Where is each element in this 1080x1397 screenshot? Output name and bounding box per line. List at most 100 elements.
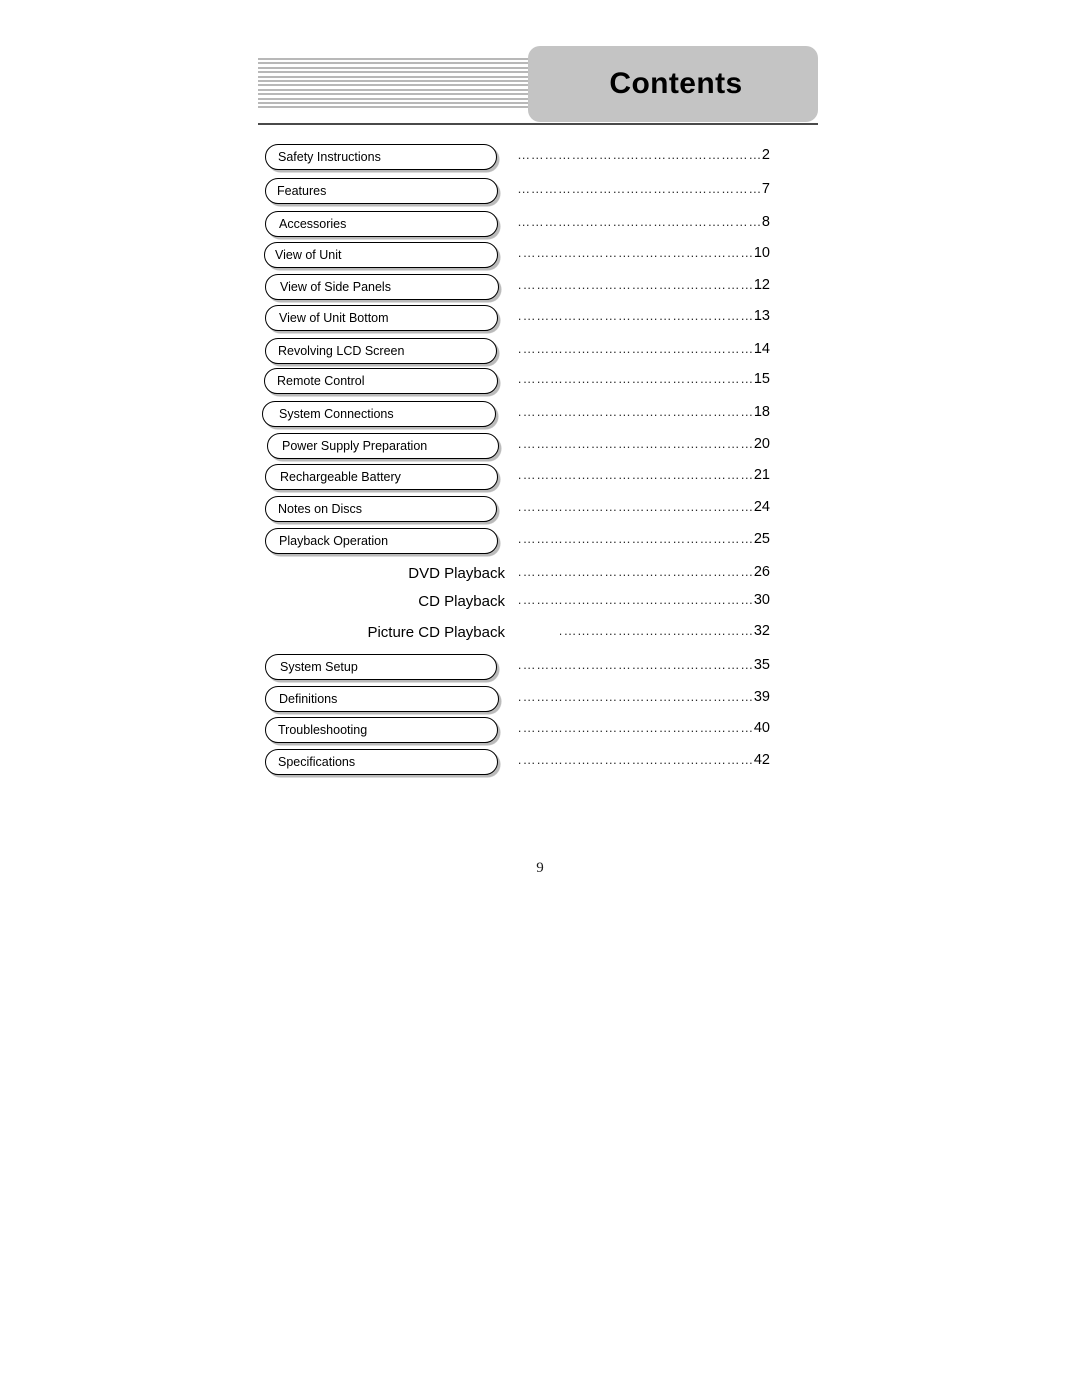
toc-entry[interactable]: System Setup ……………………………………………………………………………: [0, 654, 1080, 684]
dot-leader: ……………………………………………………………………………: [560, 624, 754, 637]
toc-leader-row: ……………………………………………………………………………13: [518, 309, 770, 329]
toc-entry[interactable]: Picture CD Playback …………………………………………………………: [0, 620, 1080, 650]
stripe-line: [258, 93, 550, 96]
toc-entry[interactable]: System Connections ……………………………………………………………: [0, 401, 1080, 431]
dot-leader: ……………………………………………………………………………: [518, 721, 754, 734]
toc-entry[interactable]: DVD Playback ……………………………………………………………………………: [0, 561, 1080, 591]
toc-entry[interactable]: Troubleshooting ……………………………………………………………………: [0, 717, 1080, 747]
decorative-stripes: [258, 58, 550, 110]
toc-entry[interactable]: Remote Control ………………………………………………………………………: [0, 368, 1080, 398]
toc-entry-chip[interactable]: Remote Control: [264, 368, 498, 394]
toc-page-number: 2: [761, 147, 770, 163]
toc-leader-row: ……………………………………………………………………………10: [518, 246, 770, 266]
toc-entry[interactable]: Safety Instructions …………………………………………………………: [0, 144, 1080, 174]
toc-page-number: 12: [753, 277, 770, 293]
toc-entry[interactable]: View of Side Panels …………………………………………………………: [0, 274, 1080, 304]
toc-entry-label: Troubleshooting: [278, 722, 368, 737]
toc-entry-chip[interactable]: Specifications: [265, 749, 498, 775]
toc-entry[interactable]: Rechargeable Battery ………………………………………………………: [0, 464, 1080, 494]
toc-entry-chip[interactable]: Power Supply Preparation: [267, 433, 499, 459]
toc-entry[interactable]: View of Unit Bottom …………………………………………………………: [0, 305, 1080, 335]
toc-entry-chip[interactable]: Features: [265, 178, 498, 204]
toc-entry[interactable]: Specifications ………………………………………………………………………: [0, 749, 1080, 779]
toc-entry-chip[interactable]: Rechargeable Battery: [265, 464, 498, 490]
toc-entry-chip[interactable]: Playback Operation: [265, 528, 498, 554]
toc-entry-chip[interactable]: System Setup: [265, 654, 497, 680]
toc-leader-row: ……………………………………………………………………………7: [518, 182, 770, 202]
toc-leader-row: ……………………………………………………………………………35: [518, 658, 770, 678]
toc-subentry-label[interactable]: DVD Playback: [300, 566, 505, 581]
toc-leader-row: ……………………………………………………………………………26: [518, 565, 770, 585]
stripe-line: [258, 80, 550, 82]
toc-entry-chip[interactable]: Definitions: [265, 686, 499, 712]
toc-page-number: 21: [753, 467, 770, 483]
toc-leader-row: ……………………………………………………………………………20: [518, 437, 770, 457]
toc-entry[interactable]: Features ……………………………………………………………………………7: [0, 178, 1080, 208]
dot-leader: ……………………………………………………………………………: [518, 437, 754, 450]
toc-entry-chip[interactable]: Revolving LCD Screen: [265, 338, 497, 364]
toc-entry-chip[interactable]: View of Side Panels: [265, 274, 499, 300]
toc-entry-label: System Setup: [280, 659, 358, 674]
toc-entry-label: Specifications: [278, 754, 356, 769]
page-title: Contents: [609, 67, 743, 100]
toc-entry-label: Playback Operation: [279, 533, 389, 548]
toc-entry-label: Notes on Discs: [278, 501, 363, 516]
stripe-line: [258, 62, 550, 65]
contents-title-band: Contents: [528, 46, 818, 122]
toc-page-number: 15: [753, 371, 770, 387]
toc-entry-label: Safety Instructions: [278, 149, 381, 164]
toc-subentry-label[interactable]: Picture CD Playback: [300, 625, 505, 640]
toc-entry[interactable]: Power Supply Preparation ……………………………………………: [0, 433, 1080, 463]
stripe-line: [258, 97, 550, 100]
toc-entry-chip[interactable]: Notes on Discs: [265, 496, 497, 522]
toc-leader-row: ……………………………………………………………………………42: [518, 753, 770, 773]
toc-leader-row: ……………………………………………………………………………18: [518, 405, 770, 425]
stripe-line: [258, 102, 550, 104]
toc-page-number: 10: [753, 245, 770, 261]
toc-entry[interactable]: CD Playback ………………………………………………………………………………: [0, 589, 1080, 619]
toc-entry[interactable]: Accessories ………………………………………………………………………………: [0, 211, 1080, 241]
dot-leader: ……………………………………………………………………………: [518, 148, 762, 161]
toc-leader-row: ……………………………………………………………………………24: [518, 500, 770, 520]
dot-leader: ……………………………………………………………………………: [518, 309, 754, 322]
dot-leader: ……………………………………………………………………………: [518, 690, 754, 703]
dot-leader: ……………………………………………………………………………: [518, 500, 754, 513]
toc-page-number: 26: [753, 564, 770, 580]
dot-leader: ……………………………………………………………………………: [518, 565, 754, 578]
toc-entry[interactable]: Playback Operation ……………………………………………………………: [0, 528, 1080, 558]
toc-subentry-label[interactable]: CD Playback: [300, 594, 505, 609]
dot-leader: ……………………………………………………………………………: [518, 405, 754, 418]
toc-entry[interactable]: Revolving LCD Screen ………………………………………………………: [0, 338, 1080, 368]
toc-leader-row: ……………………………………………………………………………40: [518, 721, 770, 741]
toc-page-number: 14: [753, 341, 770, 357]
stripe-line: [258, 71, 550, 74]
stripe-line: [258, 106, 550, 109]
toc-entry-chip[interactable]: View of Unit: [264, 242, 498, 268]
toc-entry-label: View of Unit Bottom: [279, 310, 389, 325]
toc-entry-label: Definitions: [279, 691, 338, 706]
dot-leader: ……………………………………………………………………………: [518, 278, 754, 291]
header-divider-rule: [258, 123, 818, 125]
toc-entry-label: Accessories: [279, 216, 347, 231]
toc-entry-label: Rechargeable Battery: [280, 469, 401, 484]
toc-entry[interactable]: View of Unit ……………………………………………………………………………: [0, 242, 1080, 272]
toc-entry-chip[interactable]: Safety Instructions: [265, 144, 497, 170]
toc-entry-chip[interactable]: System Connections: [262, 401, 496, 427]
toc-page-number: 30: [753, 592, 770, 608]
toc-entry[interactable]: Notes on Discs ………………………………………………………………………: [0, 496, 1080, 526]
stripe-line: [258, 84, 550, 87]
toc-page-number: 35: [753, 657, 770, 673]
stripe-line: [258, 58, 550, 60]
dot-leader: ……………………………………………………………………………: [518, 532, 754, 545]
toc-entry-chip[interactable]: View of Unit Bottom: [265, 305, 498, 331]
dot-leader: ……………………………………………………………………………: [518, 182, 762, 195]
toc-entry-chip[interactable]: Accessories: [265, 211, 498, 237]
document-page: Contents Safety Instructions …………………………………: [0, 0, 1080, 1397]
toc-page-number: 8: [761, 214, 770, 230]
toc-entry[interactable]: Definitions ………………………………………………………………………………: [0, 686, 1080, 716]
stripe-line: [258, 88, 550, 91]
dot-leader: ……………………………………………………………………………: [518, 753, 754, 766]
toc-page-number: 32: [753, 623, 770, 639]
toc-leader-row: ……………………………………………………………………………14: [518, 342, 770, 362]
toc-entry-chip[interactable]: Troubleshooting: [265, 717, 498, 743]
